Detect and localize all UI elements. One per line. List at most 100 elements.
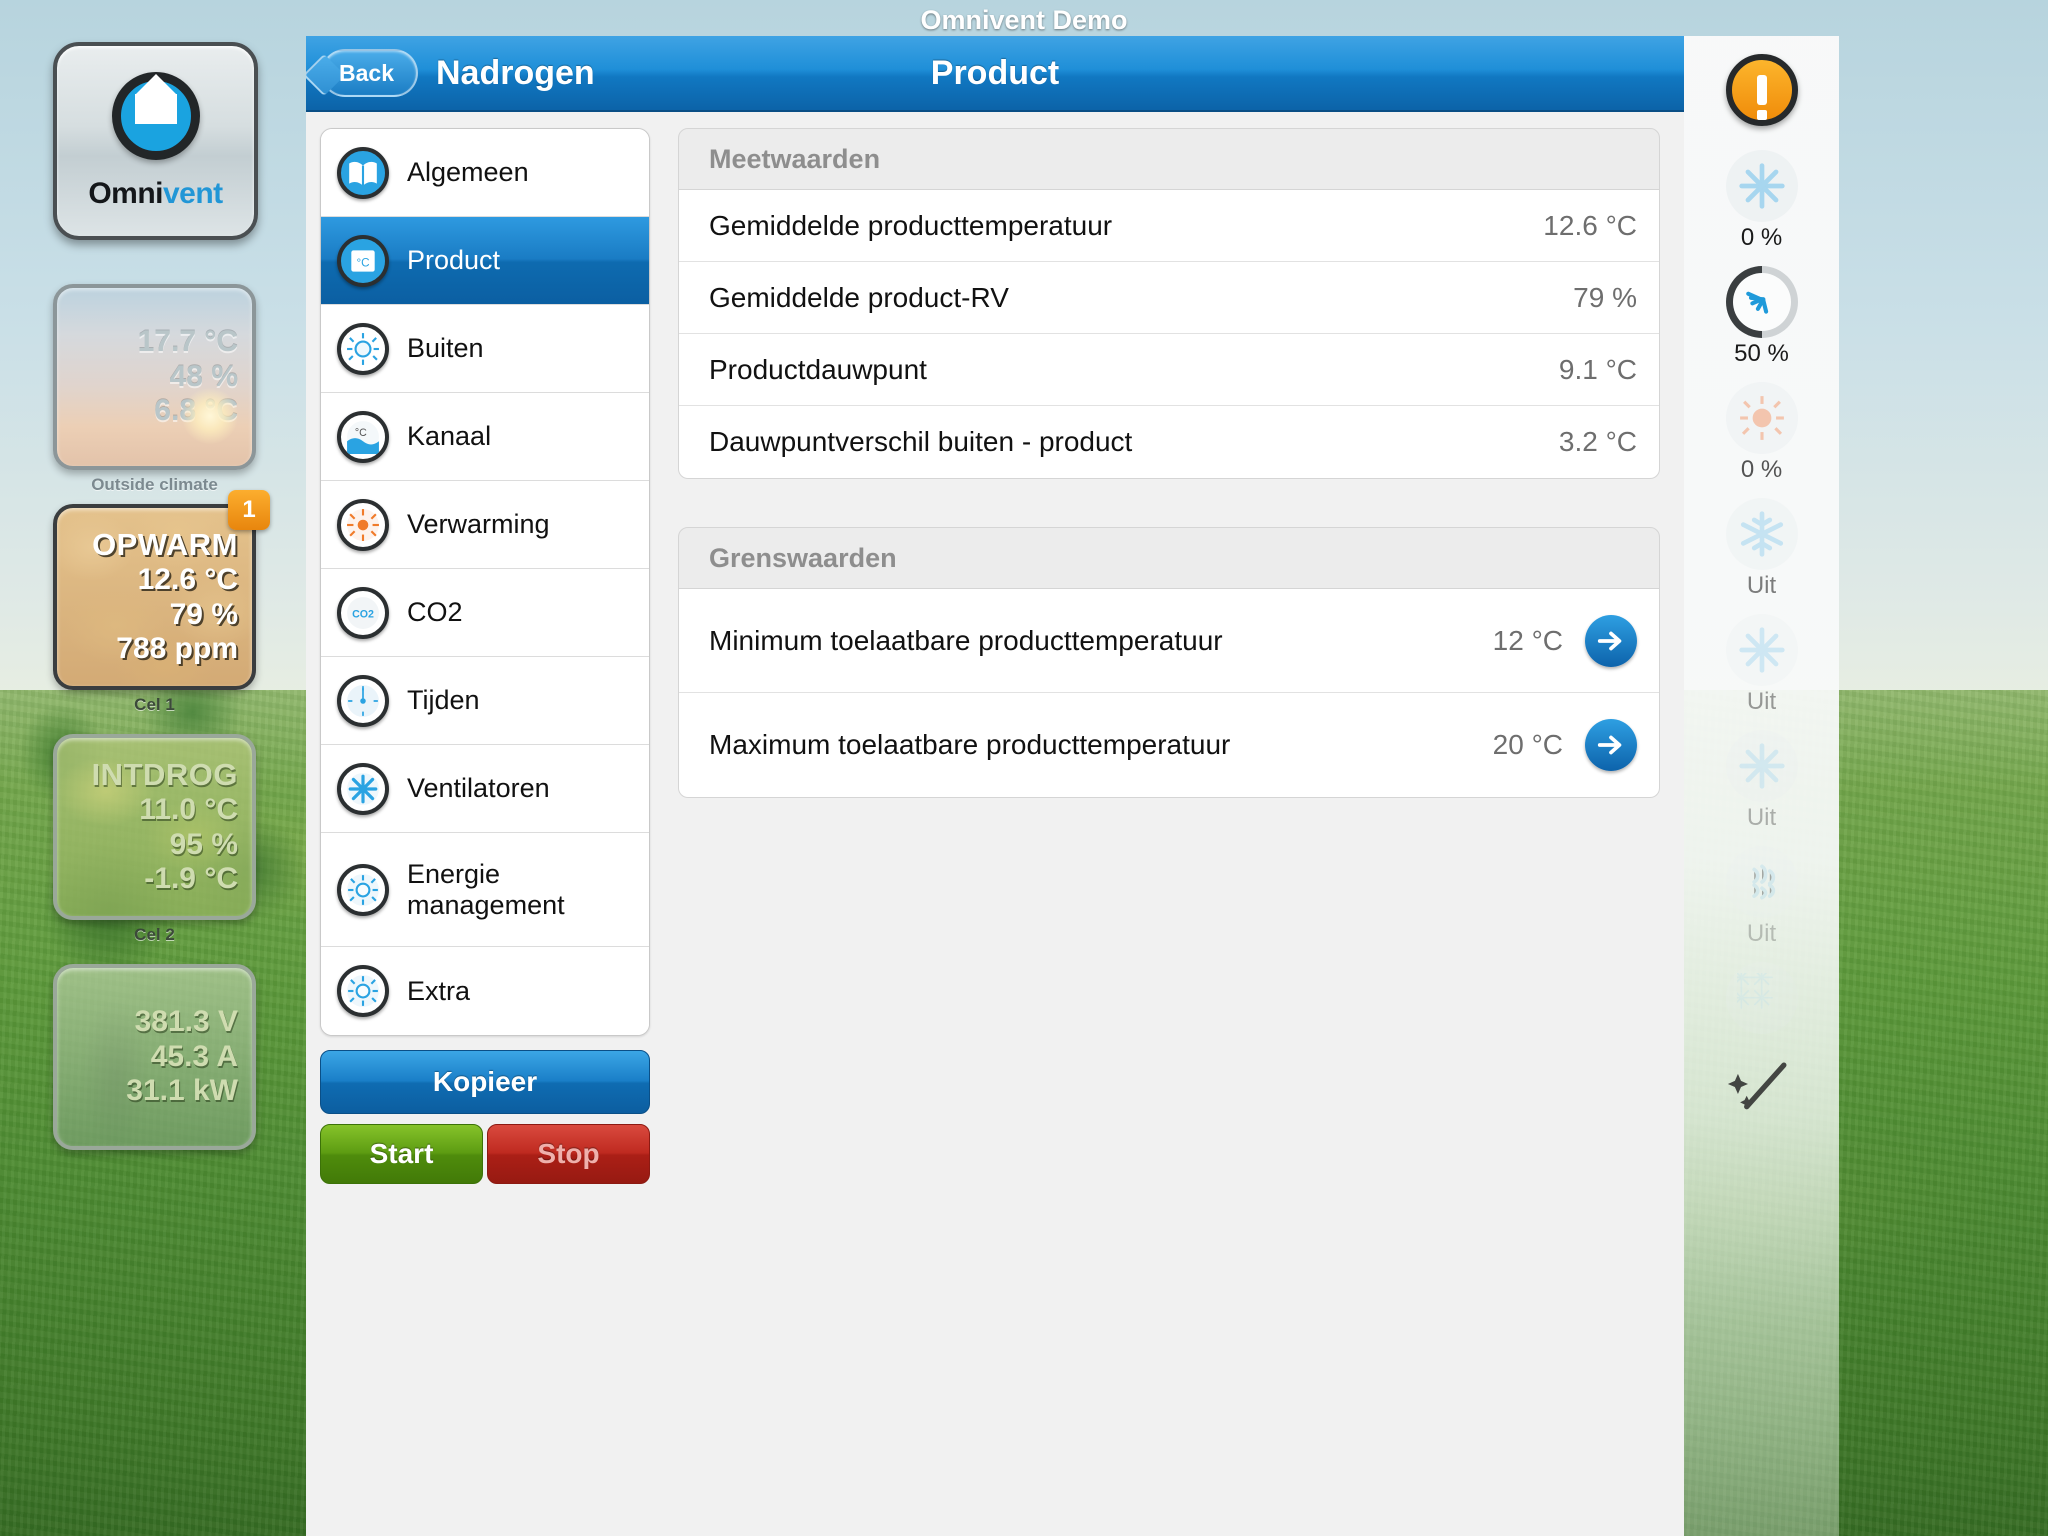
house-icon [111,71,200,160]
channel-temperature-icon: °C [337,410,389,463]
row-value: 9.1 °C [1558,353,1637,385]
navigation-bar: Back Nadrogen Product [306,36,1684,112]
cell1-badge: 1 [228,490,270,530]
menu-item-extra[interactable]: Extra [321,947,649,1035]
cell1-caption: Cel 1 [134,695,175,714]
table-row[interactable]: Minimum toelaatbare producttemperatuur 1… [679,589,1659,693]
table-row: Productdauwpunt 9.1 °C [679,334,1659,406]
table-row[interactable]: Maximum toelaatbare producttemperatuur 2… [679,693,1659,797]
cell1-temperature: 12.6 °C [137,563,238,597]
row-value: 20 °C [1492,729,1563,760]
arrow-right-icon[interactable] [1585,719,1637,771]
cell2-caption: Cel 2 [134,925,175,944]
menu-item-label: Extra [407,975,471,1006]
menu-item-label: Verwarming [407,509,550,539]
limits-section-header: Grenswaarden [678,527,1660,589]
status-item-valve[interactable]: 50 % [1725,266,1798,380]
status-item-fan3[interactable]: Uit [1725,730,1798,844]
menu-item-verwarming[interactable]: Verwarming [321,481,649,569]
svg-text:°C: °C [356,256,369,269]
menu-item-label: Energie management [407,859,565,920]
application-window: Back Nadrogen Product Algemeen °C Produc… [306,36,1684,1536]
start-stop-group: Start Stop [320,1124,650,1184]
menu-item-label: Kanaal [407,421,492,451]
arrow-right-icon[interactable] [1585,614,1637,667]
measurements-header-label: Meetwaarden [709,143,881,174]
svg-text:°C: °C [355,426,367,438]
row-value: 79 % [1573,281,1637,313]
menu-item-product[interactable]: °C Product [321,217,649,305]
status-item-value: 50 % [1734,340,1789,367]
status-item-value: 0 % [1740,456,1783,483]
menu-item-ventilatoren[interactable]: Ventilatoren [321,745,649,833]
detail-column: Meetwaarden Gemiddelde producttemperatuu… [650,128,1670,1536]
energy-gear-icon [337,863,389,916]
back-button[interactable]: Back [321,49,418,97]
cell2-temperature: 11.0 °C [139,793,238,827]
status-item-value: Uit [1746,804,1777,831]
humidifier-icon [1725,846,1798,918]
status-item-humidifier[interactable]: Uit [1725,846,1798,960]
outside-humidity: 48 % [169,359,238,393]
status-item-alarm[interactable] [1725,54,1798,126]
menu-item-label: Ventilatoren [407,773,550,803]
stop-button[interactable]: Stop [487,1124,650,1184]
menu-item-co2[interactable]: CO2 CO2 [321,569,649,657]
row-value: 12 °C [1492,624,1563,656]
cell1-mode: OPWARM [92,527,238,563]
outside-climate-panel[interactable]: 17.7 °C 48 % 6.8 °C Outside climate [53,284,256,495]
status-item-value: Uit [1746,920,1777,947]
menu-item-algemeen[interactable]: Algemeen [321,129,649,217]
cell1-humidity: 79 % [169,597,238,631]
section-menu-column: Algemeen °C Product Buiten °C Kanaal Ver… [320,128,650,1536]
left-overview-column: Omnivent 17.7 °C 48 % 6.8 °C Outside cli… [0,36,306,1536]
outside-dewpoint: 6.8 °C [154,394,238,428]
power-kw: 31.1 kW [126,1074,238,1108]
row-value: 3.2 °C [1558,426,1637,457]
status-item-fan[interactable]: 0 % [1725,150,1798,264]
product-temperature-icon: °C [337,234,389,287]
start-button[interactable]: Start [320,1124,483,1184]
copy-button[interactable]: Kopieer [320,1050,650,1114]
menu-item-label: Algemeen [407,157,529,187]
brand-name-part1: Omni [88,176,163,210]
status-item-value: Uit [1746,688,1777,715]
co2-icon: CO2 [337,586,389,639]
table-row: Dauwpuntverschil buiten - product 3.2 °C [679,406,1659,478]
menu-item-kanaal[interactable]: °C Kanaal [321,393,649,481]
multi-fan-icon [1725,962,1798,1034]
menu-item-tijden[interactable]: Tijden [321,657,649,745]
magic-wand-icon[interactable] [1727,1052,1797,1122]
cell1-panel[interactable]: 1 OPWARM 12.6 °C 79 % 788 ppm Cel 1 [53,490,270,715]
fan-icon [337,762,389,815]
content-area: Algemeen °C Product Buiten °C Kanaal Ver… [306,112,1684,1536]
table-row: Gemiddelde producttemperatuur 12.6 °C [679,190,1659,262]
row-label: Productdauwpunt [709,353,927,385]
warning-icon [1725,54,1798,126]
start-button-label: Start [369,1138,434,1169]
snowflake-icon [1725,498,1798,570]
back-button-label: Back [339,59,394,86]
status-item-cooling[interactable]: Uit [1725,498,1798,612]
svg-text:CO2: CO2 [352,608,374,620]
omnivent-logo-tile[interactable]: Omnivent [53,42,258,240]
power-panel[interactable]: 381.3 V 45.3 A 31.1 kW [53,964,256,1150]
heater-icon [337,498,389,551]
status-item-value: Uit [1746,572,1777,599]
outside-temperature: 17.7 °C [137,325,238,359]
menu-item-label: Product [407,245,501,275]
status-item-fan2[interactable]: Uit [1725,614,1798,728]
clock-icon [337,674,389,727]
cell2-humidity: 95 % [169,827,238,861]
status-rail: 0 % 50 % 0 % Uit Uit Uit Uit [1684,36,1839,1536]
measurements-section-body: Gemiddelde producttemperatuur 12.6 °C Ge… [678,190,1660,479]
menu-item-buiten[interactable]: Buiten [321,305,649,393]
menu-item-energie-management[interactable]: Energie management [321,833,649,947]
status-item-heater[interactable]: 0 % [1725,382,1798,496]
status-item-multi-fan[interactable] [1725,962,1798,1034]
extra-gear-icon [337,965,389,1017]
window-title-bar: Omnivent Demo [0,0,2048,40]
measurements-section-header: Meetwaarden [678,128,1660,190]
outside-climate-caption: Outside climate [91,475,218,494]
cell2-panel[interactable]: INTDROG 11.0 °C 95 % -1.9 °C Cel 2 [53,734,256,945]
